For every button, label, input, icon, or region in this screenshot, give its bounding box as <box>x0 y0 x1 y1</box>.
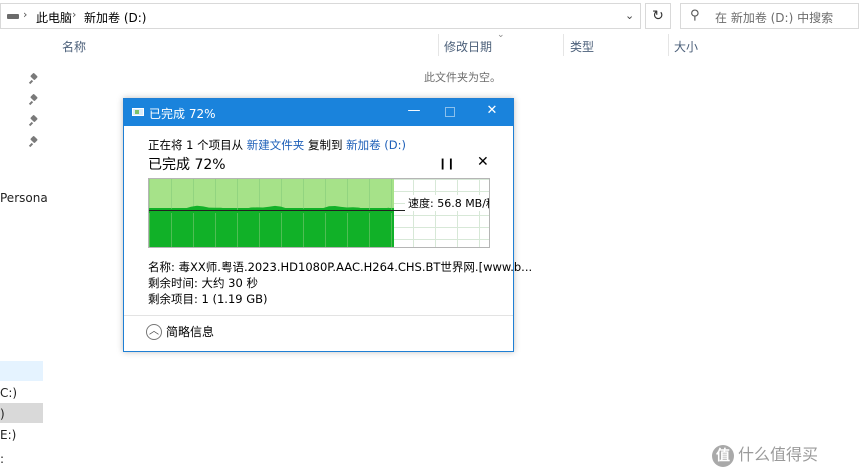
time-remaining: 剩余时间: 大约 30 秒 <box>148 276 258 290</box>
nav-item-highlight[interactable] <box>0 361 43 381</box>
destination-link[interactable]: 新加卷 (D:) <box>346 138 406 152</box>
speed-readout: 速度: 56.8 MB/秒 <box>405 195 489 211</box>
copy-prefix: 正在将 1 个项目从 <box>148 138 247 152</box>
search-icon: ⚲ <box>690 8 700 23</box>
column-header-size[interactable]: 大小 <box>674 38 698 55</box>
search-box[interactable]: ⚲ 在 新加卷 (D:) 中搜索 <box>680 3 859 29</box>
empty-folder-message: 此文件夹为空。 <box>424 71 501 84</box>
dialog-title: 已完成 72% <box>149 107 216 121</box>
nav-item-selected[interactable] <box>0 403 43 423</box>
explorer-window: › 此电脑 › 新加卷 (D:) ⌄ ↻ ⚲ 在 新加卷 (D:) 中搜索 名称… <box>0 0 859 475</box>
column-divider[interactable] <box>438 34 439 56</box>
transfer-speed-graph: 速度: 56.8 MB/秒 <box>148 178 490 248</box>
close-button[interactable]: ✕ <box>482 103 502 118</box>
watermark-badge: 值 <box>712 444 734 467</box>
chevron-down-icon[interactable]: ⌄ <box>625 9 634 22</box>
progress-label: 已完成 72% <box>148 157 226 173</box>
sort-chevron-icon: ⌄ <box>497 30 505 40</box>
source-folder-link[interactable]: 新建文件夹 <box>247 138 305 152</box>
chevron-up-icon[interactable]: ︿ <box>146 323 162 340</box>
search-placeholder[interactable]: 在 新加卷 (D:) 中搜索 <box>715 9 833 26</box>
column-header-date[interactable]: 修改日期 <box>444 38 492 55</box>
drive-icon <box>7 14 19 19</box>
column-header-type[interactable]: 类型 <box>570 38 594 55</box>
pin-icon[interactable] <box>30 74 38 84</box>
column-header-name[interactable]: 名称 <box>62 38 86 55</box>
nav-item-drive-d[interactable]: ) <box>0 407 5 421</box>
nav-item-drive-c[interactable]: C:) <box>0 386 17 400</box>
copy-description: 正在将 1 个项目从 新建文件夹 复制到 新加卷 (D:) <box>148 137 406 153</box>
watermark: 值什么值得买 <box>712 441 818 467</box>
items-remaining: 剩余项目: 1 (1.19 GB) <box>148 292 268 306</box>
maximize-button[interactable] <box>445 107 455 117</box>
fewer-details-label[interactable]: 简略信息 <box>166 325 214 339</box>
chevron-right-icon[interactable]: › <box>23 8 27 21</box>
nav-item-personal[interactable]: Persona <box>0 191 48 205</box>
copy-progress-dialog: 已完成 72% — ✕ 正在将 1 个项目从 新建文件夹 复制到 新加卷 (D:… <box>123 98 532 352</box>
cancel-copy-button[interactable]: ✕ <box>477 154 489 170</box>
chevron-right-icon[interactable]: › <box>72 8 76 21</box>
fewer-details-toggle[interactable]: ︿ 简略信息 <box>146 323 214 340</box>
pin-icon[interactable] <box>30 116 38 126</box>
copy-middle: 复制到 <box>304 138 347 152</box>
pin-icon[interactable] <box>30 137 38 147</box>
nav-item-drive-e[interactable]: E:) <box>0 428 16 442</box>
breadcrumb-volume-d[interactable]: 新加卷 (D:) <box>84 9 146 26</box>
dialog-divider <box>124 315 513 316</box>
column-divider[interactable] <box>563 34 564 56</box>
file-name: 名称: 毒XX师.粤语.2023.HD1080P.AAC.H264.CHS.BT… <box>148 260 533 274</box>
minimize-button[interactable]: — <box>404 103 424 118</box>
pin-icon[interactable] <box>30 95 38 105</box>
dialog-title-bar[interactable]: 已完成 72% — ✕ <box>124 99 513 126</box>
column-divider[interactable] <box>668 34 669 56</box>
copy-dialog-icon <box>132 108 144 116</box>
refresh-button[interactable]: ↻ <box>645 3 671 29</box>
breadcrumb-this-pc[interactable]: 此电脑 <box>36 9 72 26</box>
nav-item-drive-other[interactable]: : <box>0 452 4 466</box>
watermark-text: 什么值得买 <box>738 445 819 464</box>
pause-button[interactable]: ❙❙ <box>438 157 455 170</box>
fill-grid <box>149 179 394 247</box>
refresh-icon: ↻ <box>652 8 664 24</box>
address-bar[interactable]: › 此电脑 › 新加卷 (D:) ⌄ <box>0 3 641 29</box>
